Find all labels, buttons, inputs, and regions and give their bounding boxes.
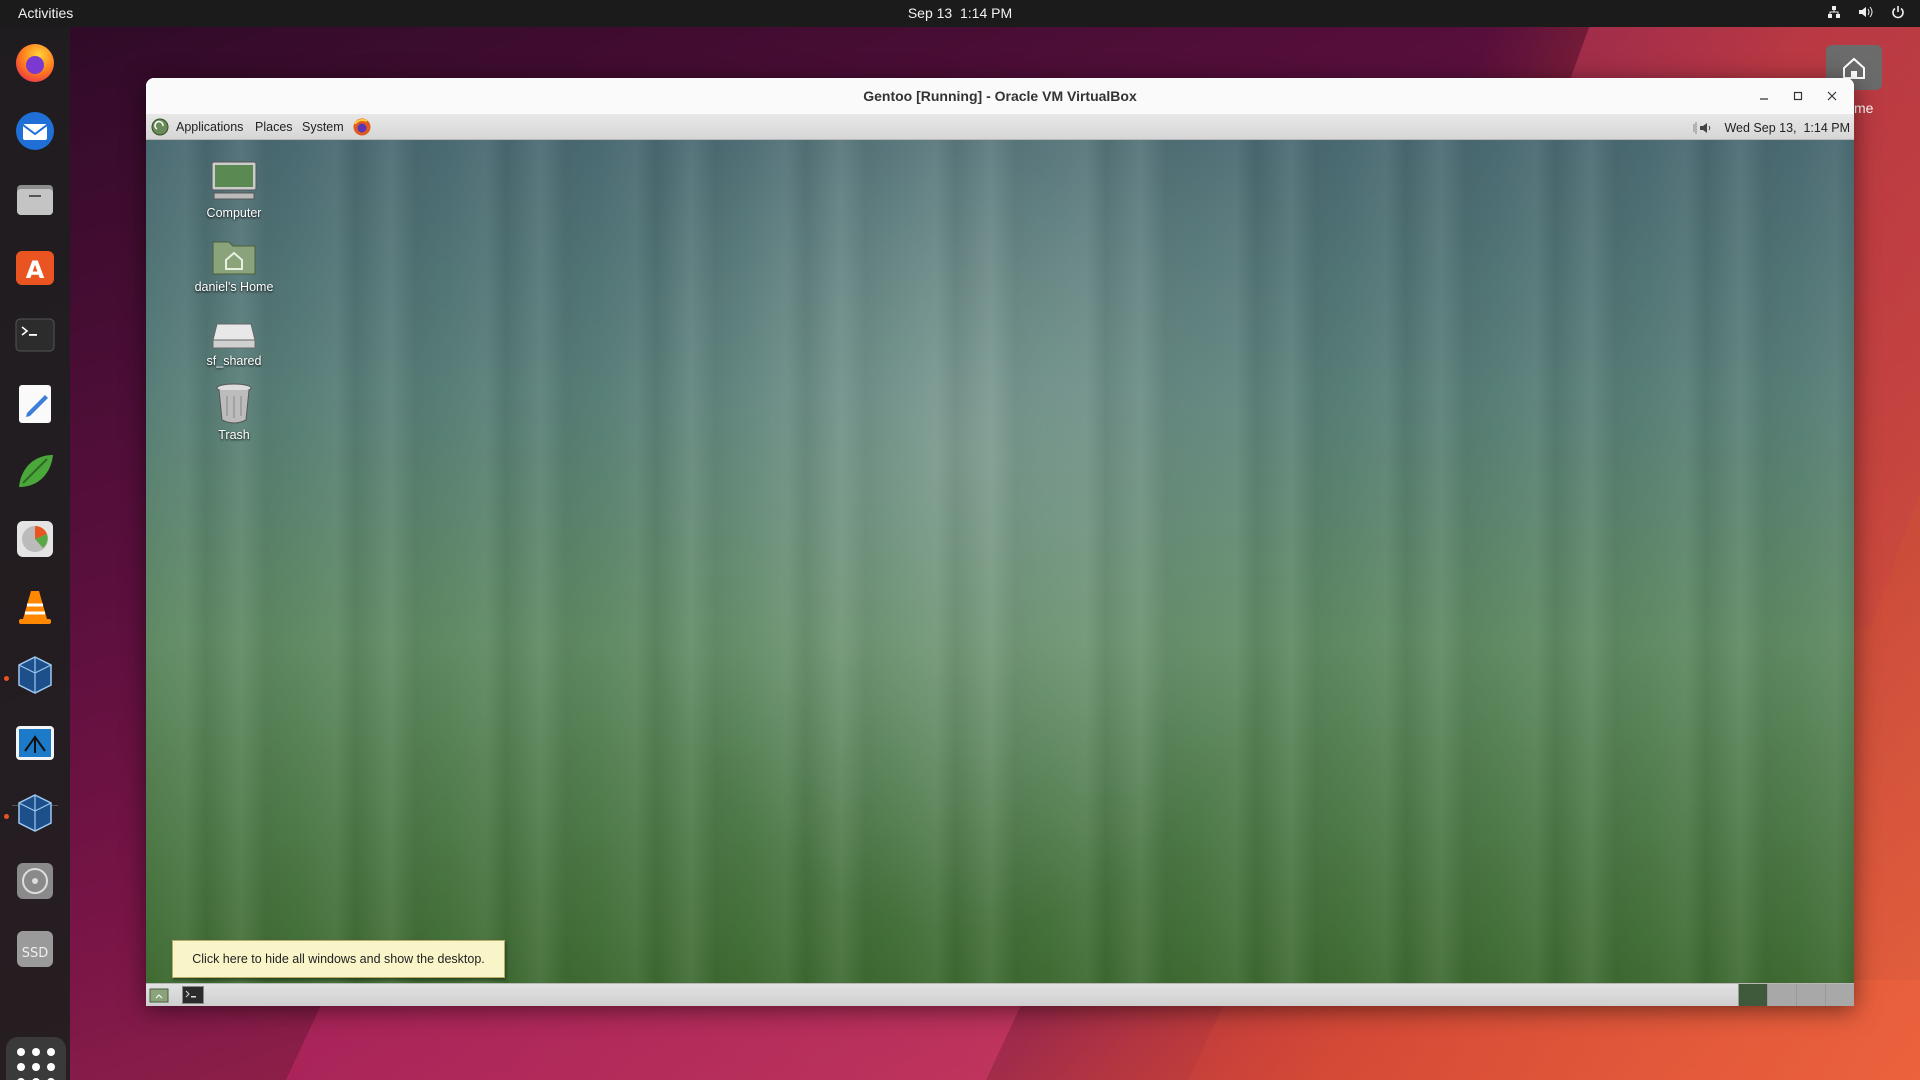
firefox-launcher-icon[interactable]	[352, 117, 372, 137]
minimize-icon	[1760, 98, 1768, 100]
desktop-icon-home[interactable]: daniel's Home	[174, 232, 294, 294]
home-folder-icon	[212, 241, 256, 275]
terminal-icon	[15, 318, 55, 352]
menu-places[interactable]: Places	[255, 120, 293, 134]
workspace-switcher	[1738, 984, 1854, 1006]
dock-item-ssd[interactable]: SSD	[11, 925, 59, 973]
ssd-icon: SSD	[17, 931, 53, 967]
optical-drive-icon	[17, 863, 53, 899]
minimize-button[interactable]	[1752, 84, 1776, 108]
workspace-1[interactable]	[1738, 984, 1767, 1006]
host-home-label[interactable]: me	[1854, 100, 1873, 116]
clock-time[interactable]: 1:14 PM	[960, 5, 1012, 21]
window-controls	[1752, 78, 1844, 114]
menu-system[interactable]: System	[302, 120, 344, 134]
desktop-icon-sf-shared[interactable]: sf_shared	[174, 306, 294, 368]
close-icon	[1827, 91, 1837, 101]
drive-icon	[212, 323, 256, 349]
files-icon	[17, 185, 53, 215]
clock-date[interactable]: Sep 13	[908, 5, 952, 21]
guest-panel-right: Wed Sep 13, 1:14 PM	[1692, 120, 1850, 136]
guest-bottom-panel	[146, 983, 1854, 1006]
app-center-icon: A	[16, 251, 54, 285]
dock-item-remmina[interactable]	[11, 719, 59, 767]
dock: A SSD	[0, 27, 70, 1080]
guest-desktop[interactable]: Computer daniel's Home sf_shared Trash C…	[146, 140, 1854, 983]
dock-item-virtualbox[interactable]	[11, 651, 59, 699]
desktop-icon-label: Computer	[206, 206, 262, 220]
menu-applications[interactable]: Applications	[176, 120, 243, 134]
power-icon[interactable]	[1890, 4, 1906, 20]
maximize-icon	[1793, 91, 1803, 101]
vlc-icon	[19, 591, 51, 624]
dock-item-text-editor[interactable]	[11, 379, 59, 427]
dock-item-disk-usage[interactable]	[11, 515, 59, 563]
volume-applet-icon[interactable]	[1692, 120, 1716, 136]
disk-usage-icon	[17, 521, 53, 557]
network-icon[interactable]	[1826, 4, 1842, 20]
show-desktop-icon[interactable]	[149, 987, 169, 1004]
virtualbox-window: Gentoo [Running] - Oracle VM VirtualBox …	[146, 78, 1854, 1006]
virtualbox-icon	[18, 656, 52, 694]
desktop-icon-label: sf_shared	[206, 354, 262, 368]
computer-icon	[211, 161, 257, 200]
close-button[interactable]	[1820, 84, 1844, 108]
dock-item-optical-drive[interactable]	[11, 857, 59, 905]
firefox-icon	[16, 44, 54, 82]
show-apps-icon[interactable]	[6, 1037, 66, 1080]
leaf-pen-icon	[19, 455, 53, 487]
trash-icon	[216, 383, 252, 424]
svg-text:A: A	[26, 256, 45, 284]
maximize-button[interactable]	[1786, 84, 1810, 108]
desktop-icon-trash[interactable]: Trash	[174, 380, 294, 442]
dock-item-vlc[interactable]	[11, 583, 59, 631]
remote-desktop-icon	[16, 726, 54, 760]
window-titlebar[interactable]: Gentoo [Running] - Oracle VM VirtualBox	[146, 78, 1854, 114]
workspace-2[interactable]	[1767, 984, 1796, 1006]
workspace-4[interactable]	[1825, 984, 1854, 1006]
dock-item-terminal[interactable]	[11, 311, 59, 359]
gnome-foot-icon[interactable]	[151, 118, 169, 136]
guest-clock[interactable]: Wed Sep 13, 1:14 PM	[1724, 121, 1850, 135]
dock-item-notes[interactable]	[11, 447, 59, 495]
dock-item-thunderbird[interactable]	[11, 107, 59, 155]
running-indicator	[4, 814, 9, 819]
guest-top-panel: Applications Places System Wed Sep 13, 1…	[146, 114, 1854, 140]
running-indicator	[4, 676, 9, 681]
dock-item-files[interactable]	[11, 175, 59, 223]
virtualbox-icon	[18, 794, 52, 832]
volume-icon[interactable]	[1858, 4, 1874, 20]
text-editor-icon	[19, 385, 51, 423]
desktop-icon-label: daniel's Home	[194, 280, 274, 294]
guest-screen[interactable]: Applications Places System Wed Sep 13, 1…	[146, 114, 1854, 1006]
clock: Sep 13 1:14 PM	[0, 5, 1920, 21]
thunderbird-icon	[16, 112, 54, 150]
window-title: Gentoo [Running] - Oracle VM VirtualBox	[863, 88, 1137, 104]
tooltip: Click here to hide all windows and show …	[172, 940, 505, 978]
svg-text:SSD: SSD	[22, 946, 49, 961]
activities-button[interactable]: Activities	[18, 5, 73, 21]
system-tray[interactable]	[1826, 4, 1906, 20]
terminal-launcher-icon[interactable]	[182, 986, 204, 1004]
dock-item-virtualbox-vm[interactable]	[11, 789, 59, 837]
desktop-icon-computer[interactable]: Computer	[174, 158, 294, 220]
desktop-icon-label: Trash	[218, 428, 250, 442]
dock-item-firefox[interactable]	[11, 39, 59, 87]
dock-item-app-center[interactable]: A	[11, 243, 59, 291]
top-bar: Activities Sep 13 1:14 PM	[0, 0, 1920, 27]
workspace-3[interactable]	[1796, 984, 1825, 1006]
